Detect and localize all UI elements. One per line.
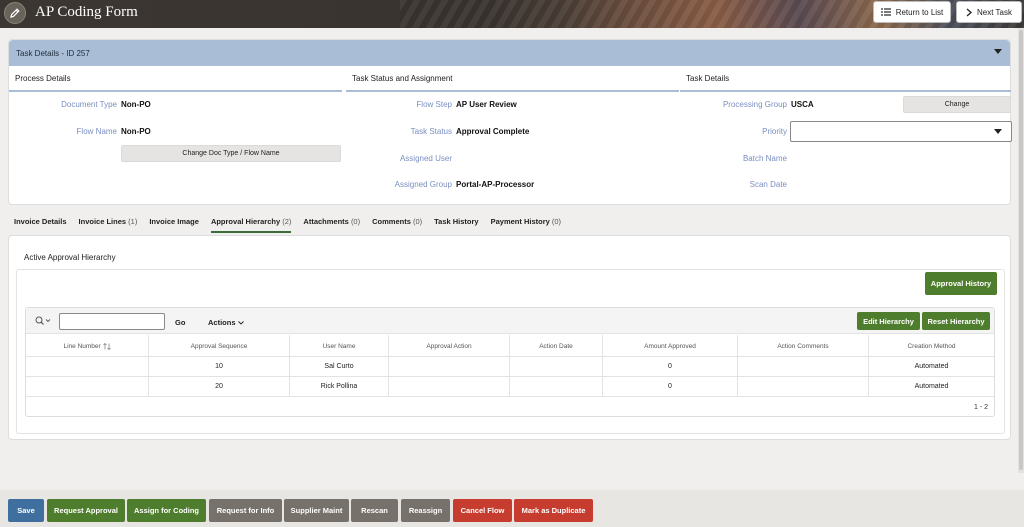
document-type-label: Document Type <box>61 100 117 109</box>
row-divider <box>26 396 994 397</box>
tab-invoice-image[interactable]: Invoice Image <box>149 217 199 233</box>
assign-for-coding-button[interactable]: Assign for Coding <box>127 499 206 522</box>
tab-payment-history[interactable]: Payment History (0) <box>491 217 561 233</box>
tab-approval-hierarchy[interactable]: Approval Hierarchy (2) <box>210 217 292 233</box>
go-button[interactable]: Go <box>175 318 185 327</box>
list-icon <box>880 8 891 16</box>
next-task-label: Next Task <box>977 7 1012 17</box>
task-status-label: Task Status <box>410 127 452 136</box>
search-icon[interactable] <box>35 316 51 326</box>
actions-label: Actions <box>208 318 236 327</box>
table-cell: 20 <box>149 376 290 396</box>
flow-step-label: Flow Step <box>416 100 452 109</box>
chevron-down-icon <box>237 321 244 325</box>
app-header: AP Coding Form Return to List Next Task <box>0 0 1024 28</box>
reassign-button[interactable]: Reassign <box>401 499 450 522</box>
scrollbar-thumb[interactable] <box>1019 30 1023 470</box>
process-details-heading: Process Details <box>9 67 342 92</box>
change-doc-type-button[interactable]: Change Doc Type / Flow Name <box>121 145 341 162</box>
actions-menu[interactable]: Actions <box>208 318 244 327</box>
col-approval-sequence[interactable]: Approval Sequence <box>149 335 290 357</box>
scan-date-label: Scan Date <box>749 180 787 189</box>
tab-invoice-details[interactable]: Invoice Details <box>14 217 67 233</box>
chevron-right-icon <box>966 8 972 16</box>
table-toolbar: Go Actions <box>26 308 994 334</box>
search-input[interactable] <box>59 313 165 330</box>
table-cell: Automated <box>914 382 949 390</box>
task-details-title: Task Details - ID 257 <box>16 48 90 58</box>
col-line-number[interactable]: Line Number <box>26 335 149 357</box>
col-amount-approved[interactable]: Amount Approved <box>603 335 738 357</box>
return-to-list-label: Return to List <box>895 7 944 17</box>
request-for-info-button[interactable]: Request for Info <box>209 499 282 522</box>
save-button[interactable]: Save <box>8 499 44 522</box>
table-cell <box>389 356 510 376</box>
task-details-header[interactable]: Task Details - ID 257 <box>9 40 1010 66</box>
table-cell: Sal Curto <box>290 356 389 376</box>
table-cell <box>738 356 869 376</box>
tab-task-history[interactable]: Task History <box>434 217 478 233</box>
page-scrollbar[interactable] <box>1018 28 1024 473</box>
edit-hierarchy-button[interactable]: Edit Hierarchy <box>857 312 920 330</box>
collapse-caret-icon[interactable] <box>994 49 1002 54</box>
reset-hierarchy-button[interactable]: Reset Hierarchy <box>922 312 990 330</box>
table-cell: Automated <box>914 362 949 370</box>
flow-name-label: Flow Name <box>76 127 117 136</box>
assigned-group-label: Assigned Group <box>394 180 452 189</box>
col-approval-action[interactable]: Approval Action <box>389 335 510 357</box>
chevron-down-icon <box>994 129 1002 134</box>
col-user-name[interactable]: User Name <box>290 335 389 357</box>
tab-comments[interactable]: Comments (0) <box>372 217 422 233</box>
request-approval-button[interactable]: Request Approval <box>47 499 125 522</box>
hierarchy-table: Go Actions Line Number Approval Sequence… <box>25 307 995 417</box>
table-cell <box>510 376 603 396</box>
batch-name-label: Batch Name <box>742 154 787 163</box>
col-action-date[interactable]: Action Date <box>510 335 603 357</box>
table-cell: 0 <box>603 356 738 376</box>
table-cell <box>26 376 149 396</box>
return-to-list-button[interactable]: Return to List <box>873 1 951 23</box>
tab-attachments[interactable]: Attachments (0) <box>303 217 360 233</box>
table-cell <box>738 376 869 396</box>
mark-as-duplicate-button[interactable]: Mark as Duplicate <box>514 499 593 522</box>
assigned-user-label: Assigned User <box>399 154 452 163</box>
assigned-group-value: Portal-AP-Processor <box>456 180 535 189</box>
next-task-button[interactable]: Next Task <box>956 1 1022 23</box>
table-cell: 0 <box>603 376 738 396</box>
flow-name-value: Non-PO <box>121 127 151 136</box>
table-cell <box>389 376 510 396</box>
supplier-maint-button[interactable]: Supplier Maint <box>284 499 349 522</box>
edit-pencil-icon[interactable] <box>4 2 26 24</box>
col-creation-method[interactable]: Creation Method <box>869 335 994 357</box>
document-type-value: Non-PO <box>121 100 151 109</box>
table-cell: Rick Pollina <box>290 376 389 396</box>
processing-group-value: USCA <box>791 100 814 109</box>
sort-icon[interactable] <box>102 342 111 350</box>
col-action-comments[interactable]: Action Comments <box>738 335 869 357</box>
approval-history-button[interactable]: Approval History <box>925 272 997 295</box>
processing-group-label: Processing Group <box>722 100 787 109</box>
task-status-value: Approval Complete <box>456 127 530 136</box>
cancel-flow-button[interactable]: Cancel Flow <box>453 499 512 522</box>
active-hierarchy-title: Active Approval Hierarchy <box>24 253 116 262</box>
table-cell <box>510 356 603 376</box>
task-details-heading: Task Details <box>680 67 1011 92</box>
page-title: AP Coding Form <box>35 4 138 20</box>
task-status-heading: Task Status and Assignment <box>346 67 679 92</box>
flow-step-value: AP User Review <box>456 100 517 109</box>
tab-invoice-lines[interactable]: Invoice Lines (1) <box>79 217 138 233</box>
change-button[interactable]: Change <box>903 96 1011 113</box>
pagination-info: 1 - 2 <box>973 404 988 411</box>
priority-select[interactable] <box>790 121 1012 142</box>
table-cell <box>26 356 149 376</box>
priority-label: Priority <box>762 127 787 136</box>
table-cell: 10 <box>149 356 290 376</box>
detail-tabs: Invoice Details Invoice Lines (1) Invoic… <box>14 217 573 233</box>
rescan-button[interactable]: Rescan <box>351 499 398 522</box>
